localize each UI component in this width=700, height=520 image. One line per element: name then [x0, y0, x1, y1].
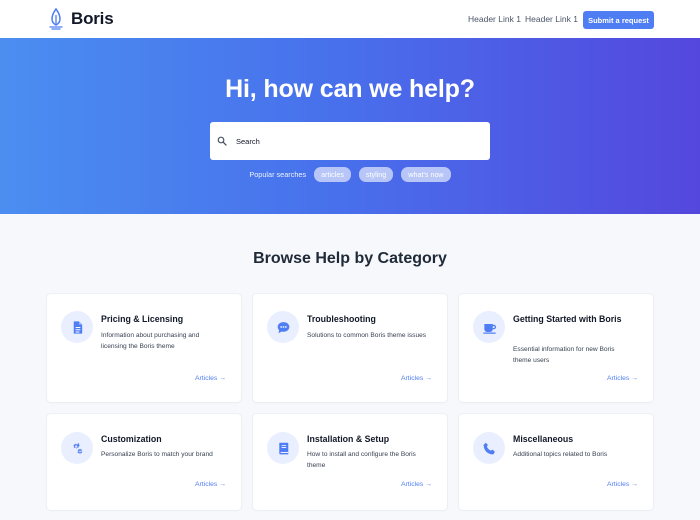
- category-description: Personalize Boris to match your brand: [101, 451, 213, 458]
- coffee-cup-icon-wrapper: [473, 311, 505, 343]
- articles-link-label: Articles: [607, 481, 630, 488]
- hero-title: Hi, how can we help?: [225, 75, 475, 103]
- category-title: Installation & Setup: [307, 434, 390, 444]
- category-description: Additional topics related to Boris: [513, 451, 608, 458]
- arrow-right-icon: →: [425, 481, 432, 488]
- hero-section: Hi, how can we help? Popular searches ar…: [0, 38, 700, 214]
- book-icon: [278, 442, 288, 454]
- phone-icon: [483, 442, 495, 454]
- logo-icon: [49, 8, 63, 30]
- browse-categories-title: Browse Help by Category: [253, 250, 447, 267]
- popular-searches-label: Popular searches: [249, 170, 307, 179]
- category-card-customization[interactable]: Customization Personalize Boris to match…: [47, 414, 241, 510]
- articles-link[interactable]: Articles →: [195, 375, 226, 382]
- popular-search-pill-articles[interactable]: articles: [314, 167, 351, 182]
- articles-link[interactable]: Articles →: [401, 375, 432, 382]
- site-header: Boris Header Link 1 Header Link 1 Submit…: [0, 0, 700, 38]
- category-card-getting-started[interactable]: Getting Started with Boris Essential inf…: [459, 294, 653, 402]
- category-description: How to install and configure the Boris t…: [307, 451, 416, 469]
- arrow-right-icon: →: [631, 375, 638, 382]
- search-icon: [217, 136, 227, 146]
- category-description: Essential information for new Boris them…: [513, 346, 615, 364]
- category-card-installation-setup[interactable]: Installation & Setup How to install and …: [253, 414, 447, 510]
- articles-link-label: Articles: [195, 481, 218, 488]
- articles-link[interactable]: Articles →: [401, 481, 432, 488]
- submit-request-button[interactable]: Submit a request: [583, 11, 654, 29]
- category-title: Troubleshooting: [307, 314, 376, 324]
- popular-search-pill-styling[interactable]: styling: [358, 167, 394, 182]
- category-card-troubleshooting[interactable]: Troubleshooting Solutions to common Bori…: [253, 294, 447, 402]
- category-title: Pricing & Licensing: [101, 314, 184, 324]
- document-icon: [73, 320, 82, 334]
- articles-link-label: Articles: [401, 375, 424, 382]
- articles-link[interactable]: Articles →: [607, 375, 638, 382]
- coffee-cup-icon: [482, 323, 496, 334]
- category-card-miscellaneous[interactable]: Miscellaneous Additional topics related …: [459, 414, 653, 510]
- arrow-right-icon: →: [631, 481, 638, 488]
- category-title: Customization: [101, 434, 162, 444]
- articles-link[interactable]: Articles →: [195, 481, 226, 488]
- category-title: Miscellaneous: [513, 434, 574, 444]
- search-box[interactable]: [210, 122, 490, 160]
- book-icon-wrapper: [267, 432, 299, 464]
- site-logo-link[interactable]: Boris: [48, 8, 114, 30]
- category-card-pricing-licensing[interactable]: Pricing & Licensing Information about pu…: [47, 294, 241, 402]
- category-description: Information about purchasing and licensi…: [101, 332, 200, 350]
- arrow-right-icon: →: [219, 481, 226, 488]
- category-description: Solutions to common Boris theme issues: [307, 332, 427, 339]
- chat-bubble-icon-wrapper: [267, 311, 299, 343]
- gears-icon: [72, 442, 82, 454]
- search-input[interactable]: [236, 130, 480, 152]
- popular-searches: Popular searches articles styling what's…: [0, 167, 700, 182]
- articles-link-label: Articles: [195, 375, 218, 382]
- document-icon-wrapper: [61, 311, 93, 343]
- category-title: Getting Started with Boris: [513, 314, 622, 324]
- chat-bubble-icon: [277, 321, 289, 333]
- popular-search-pill-whats-now[interactable]: what's now: [401, 167, 451, 182]
- gears-icon-wrapper: [61, 432, 93, 464]
- articles-link[interactable]: Articles →: [607, 481, 638, 488]
- articles-link-label: Articles: [401, 481, 424, 488]
- arrow-right-icon: →: [425, 375, 432, 382]
- logo-text: Boris: [71, 9, 114, 28]
- header-link-1[interactable]: Header Link 1: [468, 14, 521, 24]
- header-link-2[interactable]: Header Link 1: [525, 14, 578, 24]
- arrow-right-icon: →: [219, 375, 226, 382]
- phone-icon-wrapper: [473, 432, 505, 464]
- articles-link-label: Articles: [607, 375, 630, 382]
